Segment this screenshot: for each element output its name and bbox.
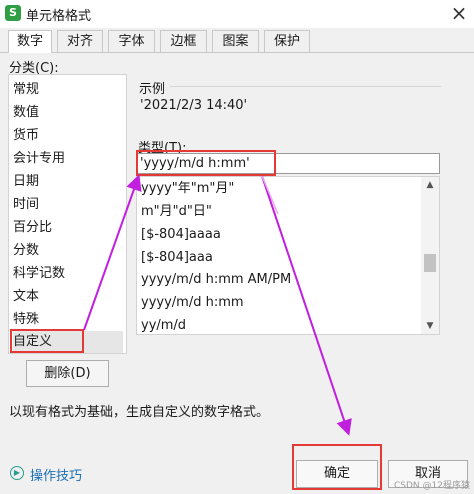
format-item[interactable]: yyyy/m/d h:mm bbox=[141, 292, 244, 314]
delete-button[interactable]: 删除(D) bbox=[26, 360, 109, 387]
category-item[interactable]: 分数 bbox=[13, 240, 123, 262]
tab-pattern[interactable]: 图案 bbox=[212, 30, 259, 52]
spreadsheet-app-icon: S bbox=[5, 5, 21, 21]
scroll-thumb[interactable] bbox=[424, 254, 436, 272]
category-item[interactable]: 会计专用 bbox=[13, 148, 123, 170]
sample-divider bbox=[170, 86, 441, 87]
category-item[interactable]: 日期 bbox=[13, 171, 123, 193]
format-item[interactable]: [$-804]aaa bbox=[141, 247, 213, 269]
category-item[interactable]: 数值 bbox=[13, 102, 123, 124]
close-icon[interactable]: × bbox=[447, 2, 471, 26]
format-item[interactable]: yyyy/m/d h:mm AM/PM bbox=[141, 269, 291, 291]
category-item[interactable]: 时间 bbox=[13, 194, 123, 216]
sample-label: 示例 bbox=[139, 82, 166, 97]
format-item[interactable]: yy/m/d bbox=[141, 315, 186, 334]
format-item[interactable]: yyyy"年"m"月" bbox=[141, 178, 234, 200]
chevron-up-icon[interactable]: ▲ bbox=[421, 178, 439, 192]
category-list[interactable]: 常规 数值 货币 会计专用 日期 时间 百分比 分数 科学记数 文本 特殊 自定… bbox=[8, 74, 127, 354]
category-item[interactable]: 特殊 bbox=[13, 309, 123, 331]
tab-font[interactable]: 字体 bbox=[108, 30, 155, 52]
ok-button-highlight bbox=[292, 444, 382, 490]
format-item[interactable]: [$-804]aaaa bbox=[141, 224, 221, 246]
format-list[interactable]: yyyy"年"m"月" m"月"d"日" [$-804]aaaa [$-804]… bbox=[136, 176, 440, 335]
sample-value: '2021/2/3 14:40' bbox=[140, 98, 248, 113]
type-input-highlight bbox=[136, 150, 276, 176]
format-item[interactable]: m"月"d"日" bbox=[141, 201, 212, 223]
category-item[interactable]: 文本 bbox=[13, 286, 123, 308]
category-item[interactable]: 百分比 bbox=[13, 217, 123, 239]
category-item[interactable]: 货币 bbox=[13, 125, 123, 147]
tab-alignment[interactable]: 对齐 bbox=[57, 30, 103, 52]
tab-protection[interactable]: 保护 bbox=[264, 30, 310, 52]
play-circle-icon[interactable]: ▶ bbox=[10, 466, 24, 480]
custom-category-highlight bbox=[10, 329, 84, 353]
tips-link[interactable]: 操作技巧 bbox=[30, 465, 82, 484]
format-description: 以现有格式为基础，生成自定义的数字格式。 bbox=[9, 405, 270, 420]
window-title: 单元格格式 bbox=[26, 9, 92, 24]
category-item[interactable]: 科学记数 bbox=[13, 263, 123, 285]
tab-number[interactable]: 数字 bbox=[8, 30, 52, 53]
chevron-down-icon[interactable]: ▼ bbox=[421, 319, 439, 333]
tab-border[interactable]: 边框 bbox=[160, 30, 207, 52]
category-item[interactable]: 常规 bbox=[13, 79, 123, 101]
watermark: CSDN @12程序猿 bbox=[394, 481, 470, 491]
